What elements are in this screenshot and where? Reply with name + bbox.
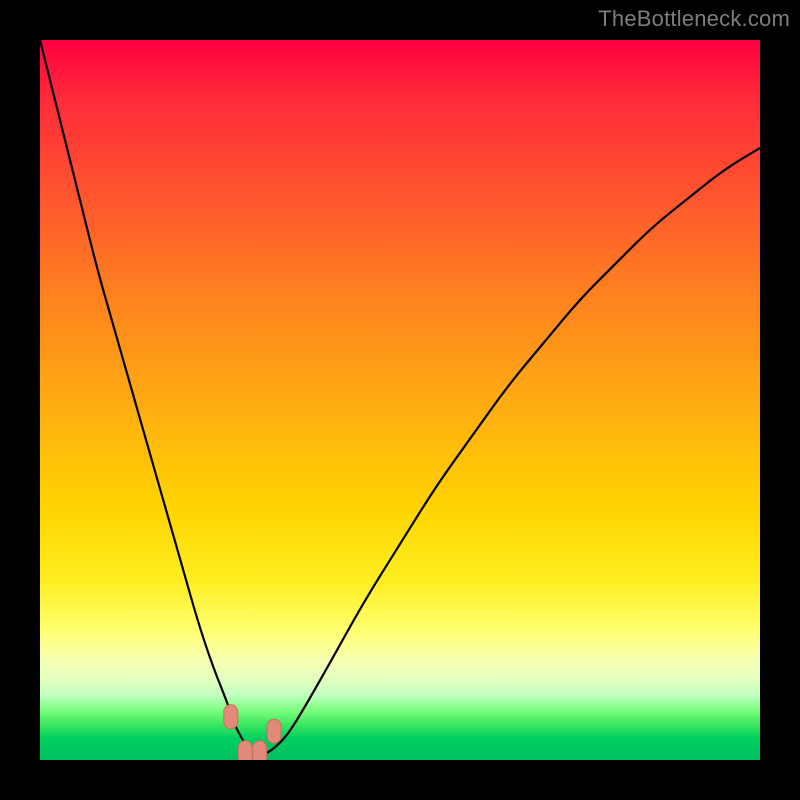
chart-marker xyxy=(238,741,252,760)
bottleneck-curve xyxy=(40,40,760,754)
watermark-text: TheBottleneck.com xyxy=(598,6,790,32)
chart-frame: TheBottleneck.com xyxy=(0,0,800,800)
chart-marker xyxy=(253,741,267,760)
chart-marker xyxy=(224,705,238,729)
chart-svg xyxy=(40,40,760,760)
chart-marker xyxy=(267,719,281,743)
chart-plot-area xyxy=(40,40,760,760)
chart-markers xyxy=(224,705,281,760)
